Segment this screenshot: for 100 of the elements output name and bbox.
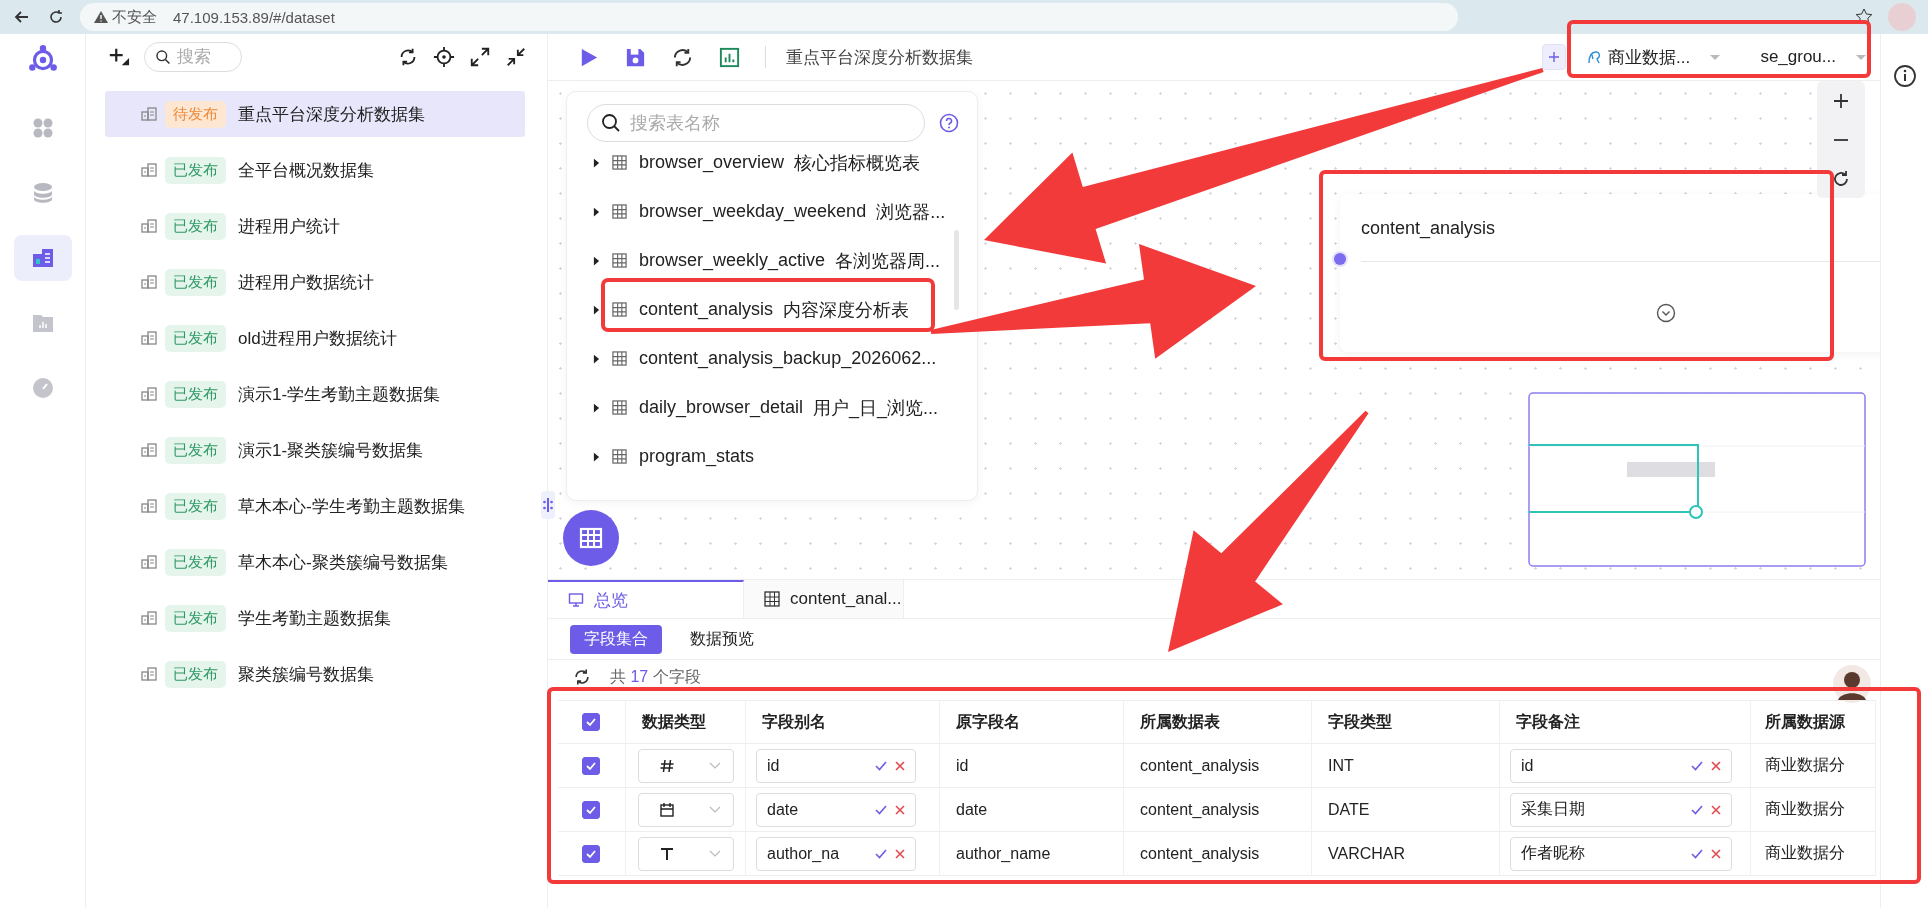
table-search-field[interactable]: 搜索表名称 xyxy=(587,104,925,142)
status-tag: 已发布 xyxy=(165,380,226,408)
locate-icon[interactable] xyxy=(433,46,455,68)
table-cell-text: 商业数据分 xyxy=(1765,755,1845,775)
table-item[interactable]: daily_browser_detail 用户_日_浏览... xyxy=(587,383,977,432)
dataset-name: 学生考勤主题数据集 xyxy=(238,607,391,630)
table-icon xyxy=(612,449,627,464)
table-button[interactable] xyxy=(563,510,619,566)
table-node[interactable]: content_analysis xyxy=(1340,194,1880,352)
connection-port[interactable] xyxy=(1334,253,1346,265)
confirm-icon[interactable] xyxy=(875,804,887,815)
address-field[interactable]: 不安全 47.109.153.89/#/dataset xyxy=(80,3,1458,31)
dataset-icon xyxy=(141,611,157,625)
close-icon[interactable] xyxy=(1711,760,1721,771)
close-icon[interactable] xyxy=(1711,804,1721,815)
table-name: browser_weekly_active xyxy=(639,250,826,271)
dataset-item[interactable]: 已发布 演示1-学生考勤主题数据集 xyxy=(105,371,525,417)
type-select[interactable] xyxy=(638,792,734,827)
alias-field[interactable]: id xyxy=(756,748,916,783)
remark-field[interactable]: id xyxy=(1510,748,1732,783)
table-icon xyxy=(612,400,627,415)
status-tag: 已发布 xyxy=(165,660,226,688)
dataset-icon xyxy=(30,246,55,270)
close-icon[interactable] xyxy=(895,848,905,859)
dataset-item[interactable]: 已发布 聚类簇编号数据集 xyxy=(105,651,525,697)
dataset-item[interactable]: 已发布 进程用户数据统计 xyxy=(105,259,525,305)
dataset-item[interactable]: 已发布 进程用户统计 xyxy=(105,203,525,249)
chevron-down-icon[interactable] xyxy=(1656,303,1676,323)
table-item[interactable]: content_analysis 内容深度分析表 xyxy=(587,285,977,334)
close-icon[interactable] xyxy=(1711,848,1721,859)
confirm-icon[interactable] xyxy=(1691,848,1703,859)
help-icon[interactable] xyxy=(939,113,959,133)
view-tab[interactable]: 数据预览 xyxy=(676,624,768,654)
add-icon[interactable] xyxy=(108,46,130,68)
table-cell-text: 商业数据分 xyxy=(1765,799,1845,819)
expand-icon[interactable] xyxy=(469,46,491,68)
table-name: daily_browser_detail xyxy=(639,397,804,418)
table-item[interactable]: browser_weekly_active 各浏览器周... xyxy=(587,236,977,285)
chart-icon[interactable] xyxy=(718,45,741,69)
table-item[interactable]: browser_weekday_weekend 浏览器... xyxy=(587,187,977,236)
close-icon[interactable] xyxy=(895,760,905,771)
node-title: content_analysis xyxy=(1361,218,1496,238)
expand-arrow-icon xyxy=(593,451,600,462)
info-icon[interactable] xyxy=(1892,64,1917,88)
expand-arrow-icon xyxy=(593,402,600,413)
dataset-icon xyxy=(141,275,157,289)
table-icon xyxy=(612,351,627,366)
schema-select[interactable]: se_grou... xyxy=(1746,45,1866,69)
confirm-icon[interactable] xyxy=(1691,760,1703,771)
table-item[interactable]: content_analysis_backup_2026062... xyxy=(587,334,977,383)
assistant-avatar[interactable] xyxy=(1832,664,1872,704)
type-select[interactable] xyxy=(638,748,734,783)
table-icon xyxy=(579,526,603,550)
dataset-icon xyxy=(141,667,157,681)
nav-button[interactable] xyxy=(13,235,72,281)
confirm-icon[interactable] xyxy=(875,848,887,859)
dataset-icon xyxy=(141,331,157,345)
chevron-down-icon xyxy=(709,849,721,858)
remark-field[interactable]: 采集日期 xyxy=(1510,792,1732,827)
status-tag: 已发布 xyxy=(165,156,226,184)
remark-field[interactable]: 作者昵称 xyxy=(1510,836,1732,871)
panel-tab[interactable]: 总览 xyxy=(548,580,744,618)
table-name: content_analysis_backup_2026062... xyxy=(639,348,937,369)
dataset-item[interactable]: 已发布 old进程用户数据统计 xyxy=(105,315,525,361)
confirm-icon[interactable] xyxy=(875,760,887,771)
table-cell: id xyxy=(956,756,969,775)
alias-field[interactable]: author_na xyxy=(756,836,916,871)
confirm-icon[interactable] xyxy=(1691,804,1703,815)
add-button[interactable] xyxy=(1542,44,1566,70)
view-tab[interactable]: 字段集合 xyxy=(570,624,662,654)
dataset-icon xyxy=(141,555,157,569)
reset-icon[interactable] xyxy=(1831,168,1851,189)
column-header: 原字段名 xyxy=(956,711,1020,732)
monitor-icon xyxy=(568,592,584,608)
row-checkbox[interactable] xyxy=(582,800,600,819)
search-field[interactable]: 搜索 xyxy=(144,42,242,72)
dataset-item[interactable]: 已发布 草木本心-学生考勤主题数据集 xyxy=(105,483,525,529)
panel-tab[interactable]: content_anal... xyxy=(744,580,904,618)
close-icon[interactable] xyxy=(895,804,905,815)
datasource-select[interactable]: 商业数据... xyxy=(1586,45,1736,69)
splitter-handle[interactable] xyxy=(541,491,555,519)
table-cell: author_name xyxy=(956,844,1051,863)
dataset-item[interactable]: 已发布 演示1-聚类簇编号数据集 xyxy=(105,427,525,473)
row-checkbox[interactable] xyxy=(582,756,600,775)
calendar-icon xyxy=(659,801,675,818)
status-tag: 已发布 xyxy=(165,212,226,240)
dataset-item[interactable]: 已发布 学生考勤主题数据集 xyxy=(105,595,525,641)
search-icon xyxy=(155,49,171,65)
alias-field[interactable]: date xyxy=(756,792,916,827)
table-item[interactable]: program_stats xyxy=(587,432,977,481)
refresh-icon[interactable] xyxy=(572,667,592,687)
dolphin-icon xyxy=(1586,49,1602,65)
dataset-item[interactable]: 已发布 草木本心-聚类簇编号数据集 xyxy=(105,539,525,585)
row-checkbox[interactable] xyxy=(582,844,600,863)
select-all-checkbox[interactable] xyxy=(582,713,600,731)
dataset-item[interactable]: 待发布 重点平台深度分析数据集 xyxy=(105,91,525,137)
dataset-name: 草木本心-学生考勤主题数据集 xyxy=(238,495,465,518)
table-name: program_stats xyxy=(639,446,755,467)
dataset-item[interactable]: 已发布 全平台概况数据集 xyxy=(105,147,525,193)
collapse-icon[interactable] xyxy=(505,46,527,68)
